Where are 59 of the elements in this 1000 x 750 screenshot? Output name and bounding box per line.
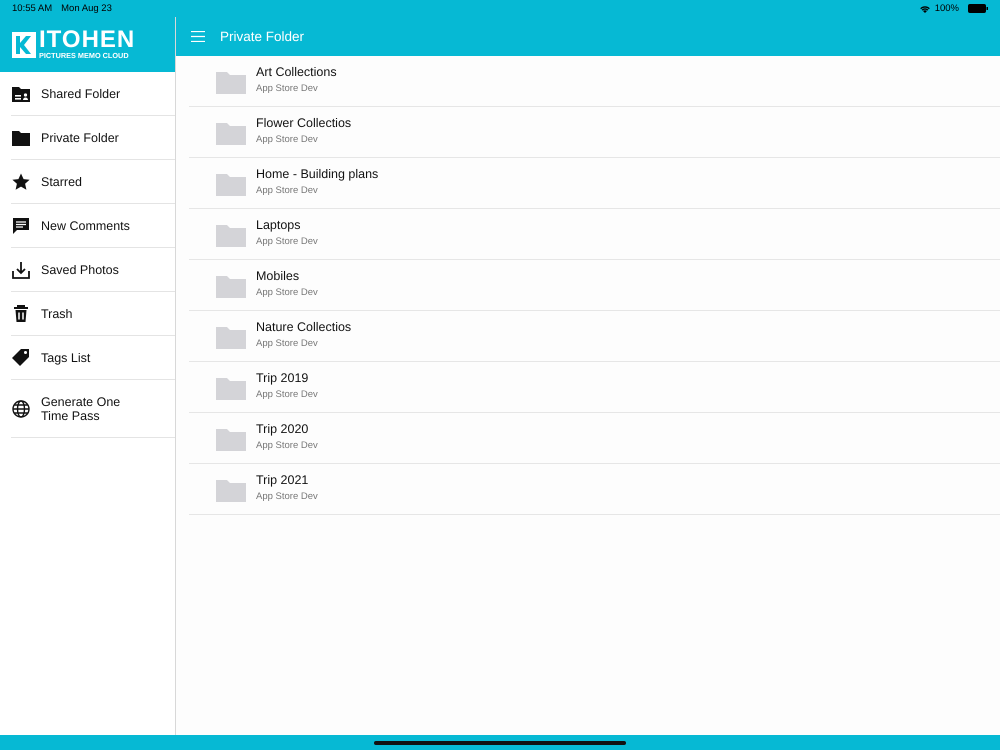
folder-name: Home - Building plans: [256, 166, 378, 180]
globe-icon: [11, 398, 31, 418]
folder-row[interactable]: Flower Collectios App Store Dev: [189, 107, 1000, 158]
folder-row[interactable]: Trip 2020 App Store Dev: [189, 413, 1000, 464]
wifi-icon: [918, 4, 931, 13]
status-date: Mon Aug 23: [61, 3, 112, 14]
folder-owner: App Store Dev: [256, 184, 319, 196]
sidebar-item[interactable]: Starred: [11, 160, 175, 204]
folder-row[interactable]: Nature Collectios App Store Dev: [189, 311, 1000, 362]
folder-icon: [215, 377, 247, 401]
folder-name: Flower Collectios: [256, 116, 352, 130]
sidebar-item[interactable]: Shared Folder: [11, 72, 175, 116]
folder-name: Trip 2019: [256, 370, 310, 384]
folder-row[interactable]: Trip 2019 App Store Dev: [189, 362, 1000, 413]
folder-owner: App Store Dev: [256, 236, 318, 246]
folder-owner: App Store Dev: [256, 490, 318, 502]
folder-name: Nature Collectios: [256, 320, 352, 334]
battery-percentage: 100%: [934, 3, 959, 14]
sidebar-item[interactable]: Tags List: [11, 336, 175, 380]
folder-row[interactable]: Mobiles App Store Dev: [189, 260, 1000, 311]
star-icon: [11, 172, 31, 192]
logo-emblem-icon: [12, 32, 36, 58]
trash-icon: [11, 304, 31, 324]
tag-icon: [11, 348, 31, 368]
folder-icon: [215, 71, 247, 95]
folder-owner: App Store Dev: [256, 440, 318, 450]
sidebar-item[interactable]: Trash: [11, 292, 175, 336]
folder-icon: [215, 173, 247, 197]
folder-owner: App Store Dev: [256, 286, 318, 298]
folder-name: Trip 2021: [256, 472, 310, 486]
folder-name: Laptops: [256, 218, 302, 232]
download-icon: [11, 260, 31, 280]
sidebar-item[interactable]: Private Folder: [11, 116, 175, 160]
folder-name: Trip 2020: [256, 422, 310, 436]
folder-row[interactable]: Laptops App Store Dev: [189, 209, 1000, 260]
battery-icon: [968, 4, 988, 13]
folder-row[interactable]: Art Collections App Store Dev: [189, 56, 1000, 107]
sidebar-item[interactable]: Saved Photos: [11, 248, 175, 292]
sidebar-item[interactable]: Generate One Time Pass: [11, 380, 175, 438]
navigation-title: Private Folder: [220, 29, 304, 44]
folder-icon: [215, 326, 247, 350]
folder-icon: [215, 275, 247, 299]
comment-icon: [11, 216, 31, 236]
menu-icon[interactable]: [191, 31, 205, 42]
folder-name: Art Collections: [256, 64, 337, 78]
logo-title: ITOHEN: [39, 29, 136, 51]
folder-icon: [215, 224, 247, 248]
status-time: 10:55 AM: [12, 3, 52, 14]
folder-row[interactable]: Home - Building plans App Store Dev: [189, 158, 1000, 209]
sidebar-item[interactable]: New Comments: [11, 204, 175, 248]
folder-owner: App Store Dev: [256, 82, 319, 94]
folder-icon: [215, 428, 247, 452]
folder-name: Mobiles: [256, 268, 300, 282]
folder-icon: [215, 479, 247, 503]
folder-row[interactable]: Trip 2021 App Store Dev: [189, 464, 1000, 515]
folder-owner: App Store Dev: [256, 388, 318, 400]
folder-owner: App Store Dev: [256, 134, 319, 144]
folder-icon: [215, 122, 247, 146]
folder-owner: App Store Dev: [256, 338, 319, 348]
